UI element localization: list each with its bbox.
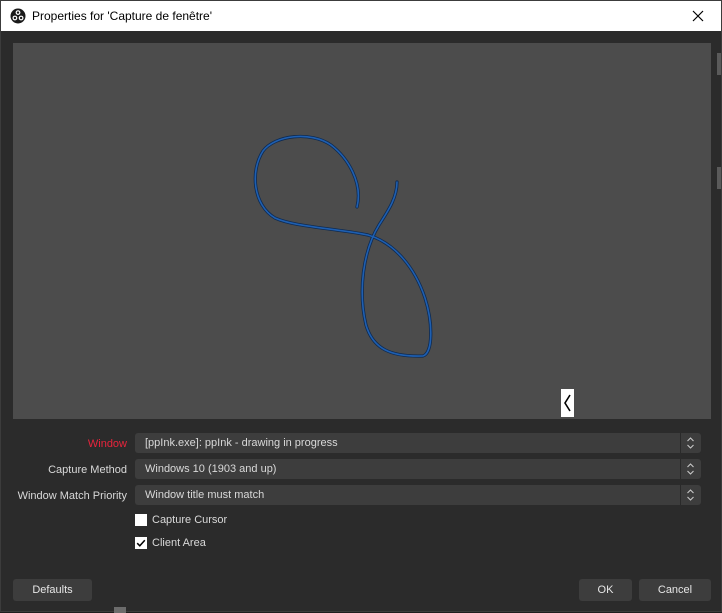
ink-stroke-shadow [253, 134, 433, 358]
match-priority-value: Window title must match [145, 489, 265, 501]
ok-button[interactable]: OK [579, 579, 632, 601]
expand-preview-button[interactable] [561, 389, 574, 417]
ink-drawing [253, 134, 433, 358]
obs-logo-icon [10, 8, 26, 24]
window-label: Window [87, 438, 127, 450]
window-select-value: [ppInk.exe]: ppInk - drawing in progress [145, 437, 338, 449]
capture-cursor-checkbox[interactable]: Capture Cursor [135, 513, 245, 529]
match-priority-row: Window Match Priority Window title must … [1, 485, 721, 507]
side-scroll-track[interactable] [717, 43, 721, 419]
scroll-mark [717, 167, 721, 189]
capture-method-label: Capture Method [48, 464, 127, 476]
properties-dialog: Properties for 'Capture de fenêtre' Wind… [0, 0, 722, 613]
window-row: Window [ppInk.exe]: ppInk - drawing in p… [1, 433, 721, 455]
window-select[interactable]: [ppInk.exe]: ppInk - drawing in progress [135, 433, 701, 453]
scroll-mark [717, 53, 721, 75]
title-bar[interactable]: Properties for 'Capture de fenêtre' [1, 1, 721, 31]
match-priority-label: Window Match Priority [17, 490, 127, 502]
preview-area [13, 43, 711, 419]
client-area-box[interactable] [135, 537, 147, 549]
resize-grip[interactable] [114, 607, 126, 613]
capture-cursor-label: Capture Cursor [152, 514, 228, 526]
capture-method-value: Windows 10 (1903 and up) [145, 463, 277, 475]
checkmark-icon [136, 539, 146, 547]
close-button[interactable] [675, 1, 721, 31]
close-icon [692, 10, 704, 22]
client-area-label: Client Area [152, 537, 206, 549]
capture-method-row: Capture Method Windows 10 (1903 and up) [1, 459, 721, 481]
defaults-button[interactable]: Defaults [13, 579, 92, 601]
match-priority-select[interactable]: Window title must match [135, 485, 701, 505]
ink-stroke [254, 135, 432, 357]
cancel-button[interactable]: Cancel [639, 579, 711, 601]
updown-arrows-icon [680, 433, 701, 453]
capture-cursor-box[interactable] [135, 514, 147, 526]
updown-arrows-icon [680, 485, 701, 505]
updown-arrows-icon [680, 459, 701, 479]
client-area-checkbox[interactable]: Client Area [135, 536, 225, 552]
capture-method-select[interactable]: Windows 10 (1903 and up) [135, 459, 701, 479]
chevron-left-icon [564, 394, 571, 412]
window-title: Properties for 'Capture de fenêtre' [32, 9, 213, 23]
